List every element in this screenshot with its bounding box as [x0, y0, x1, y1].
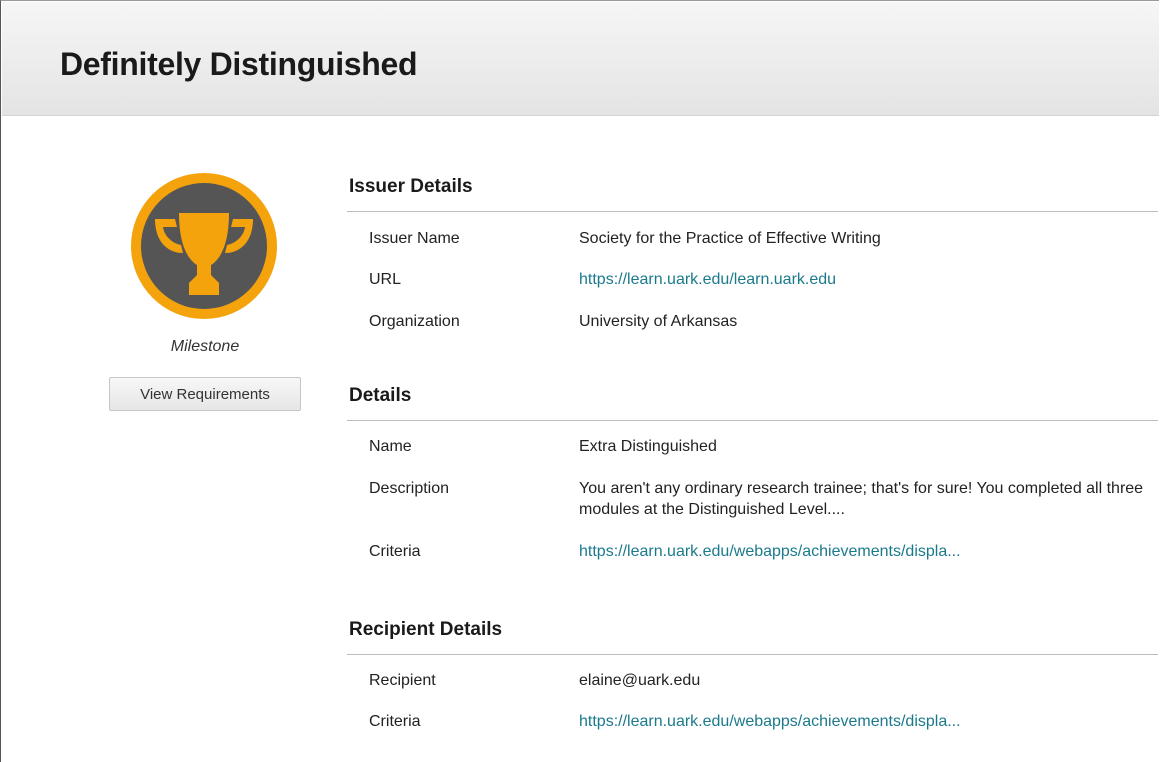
section-divider: [347, 420, 1158, 421]
section-divider: [347, 211, 1158, 212]
recipient-details-heading: Recipient Details: [349, 619, 503, 640]
criteria-label: Criteria: [369, 543, 421, 560]
description-label: Description: [369, 480, 450, 497]
issuer-details-heading: Issuer Details: [349, 176, 473, 197]
url-label: URL: [369, 271, 402, 288]
badge-name-value: Extra Distinguished: [579, 438, 717, 455]
details-heading: Details: [349, 385, 412, 406]
badge-type-label: Milestone: [170, 338, 240, 355]
section-divider: [347, 654, 1158, 655]
recipient-criteria-link[interactable]: https://learn.uark.edu/webapps/achieveme…: [579, 711, 961, 732]
recipient-value: elaine@uark.edu: [579, 672, 701, 689]
organization-label: Organization: [369, 313, 460, 330]
view-requirements-button[interactable]: View Requirements: [109, 377, 301, 411]
trophy-icon: [131, 173, 277, 319]
page-title: Definitely Distinguished: [60, 46, 418, 82]
details-criteria-link[interactable]: https://learn.uark.edu/webapps/achieveme…: [579, 541, 961, 562]
recipient-label: Recipient: [369, 672, 436, 689]
issuer-name-value: Society for the Practice of Effective Wr…: [579, 230, 881, 247]
description-value: You aren't any ordinary research trainee…: [579, 480, 1144, 518]
organization-value: University of Arkansas: [579, 313, 738, 330]
recipient-criteria-label: Criteria: [369, 713, 421, 730]
badge-details-panel: Definitely Distinguished Milestone View …: [0, 0, 1159, 762]
page-header: Definitely Distinguished: [2, 2, 1159, 116]
badge-name-label: Name: [369, 438, 412, 455]
issuer-name-label: Issuer Name: [369, 230, 460, 247]
issuer-url-link[interactable]: https://learn.uark.edu/learn.uark.edu: [579, 269, 836, 290]
